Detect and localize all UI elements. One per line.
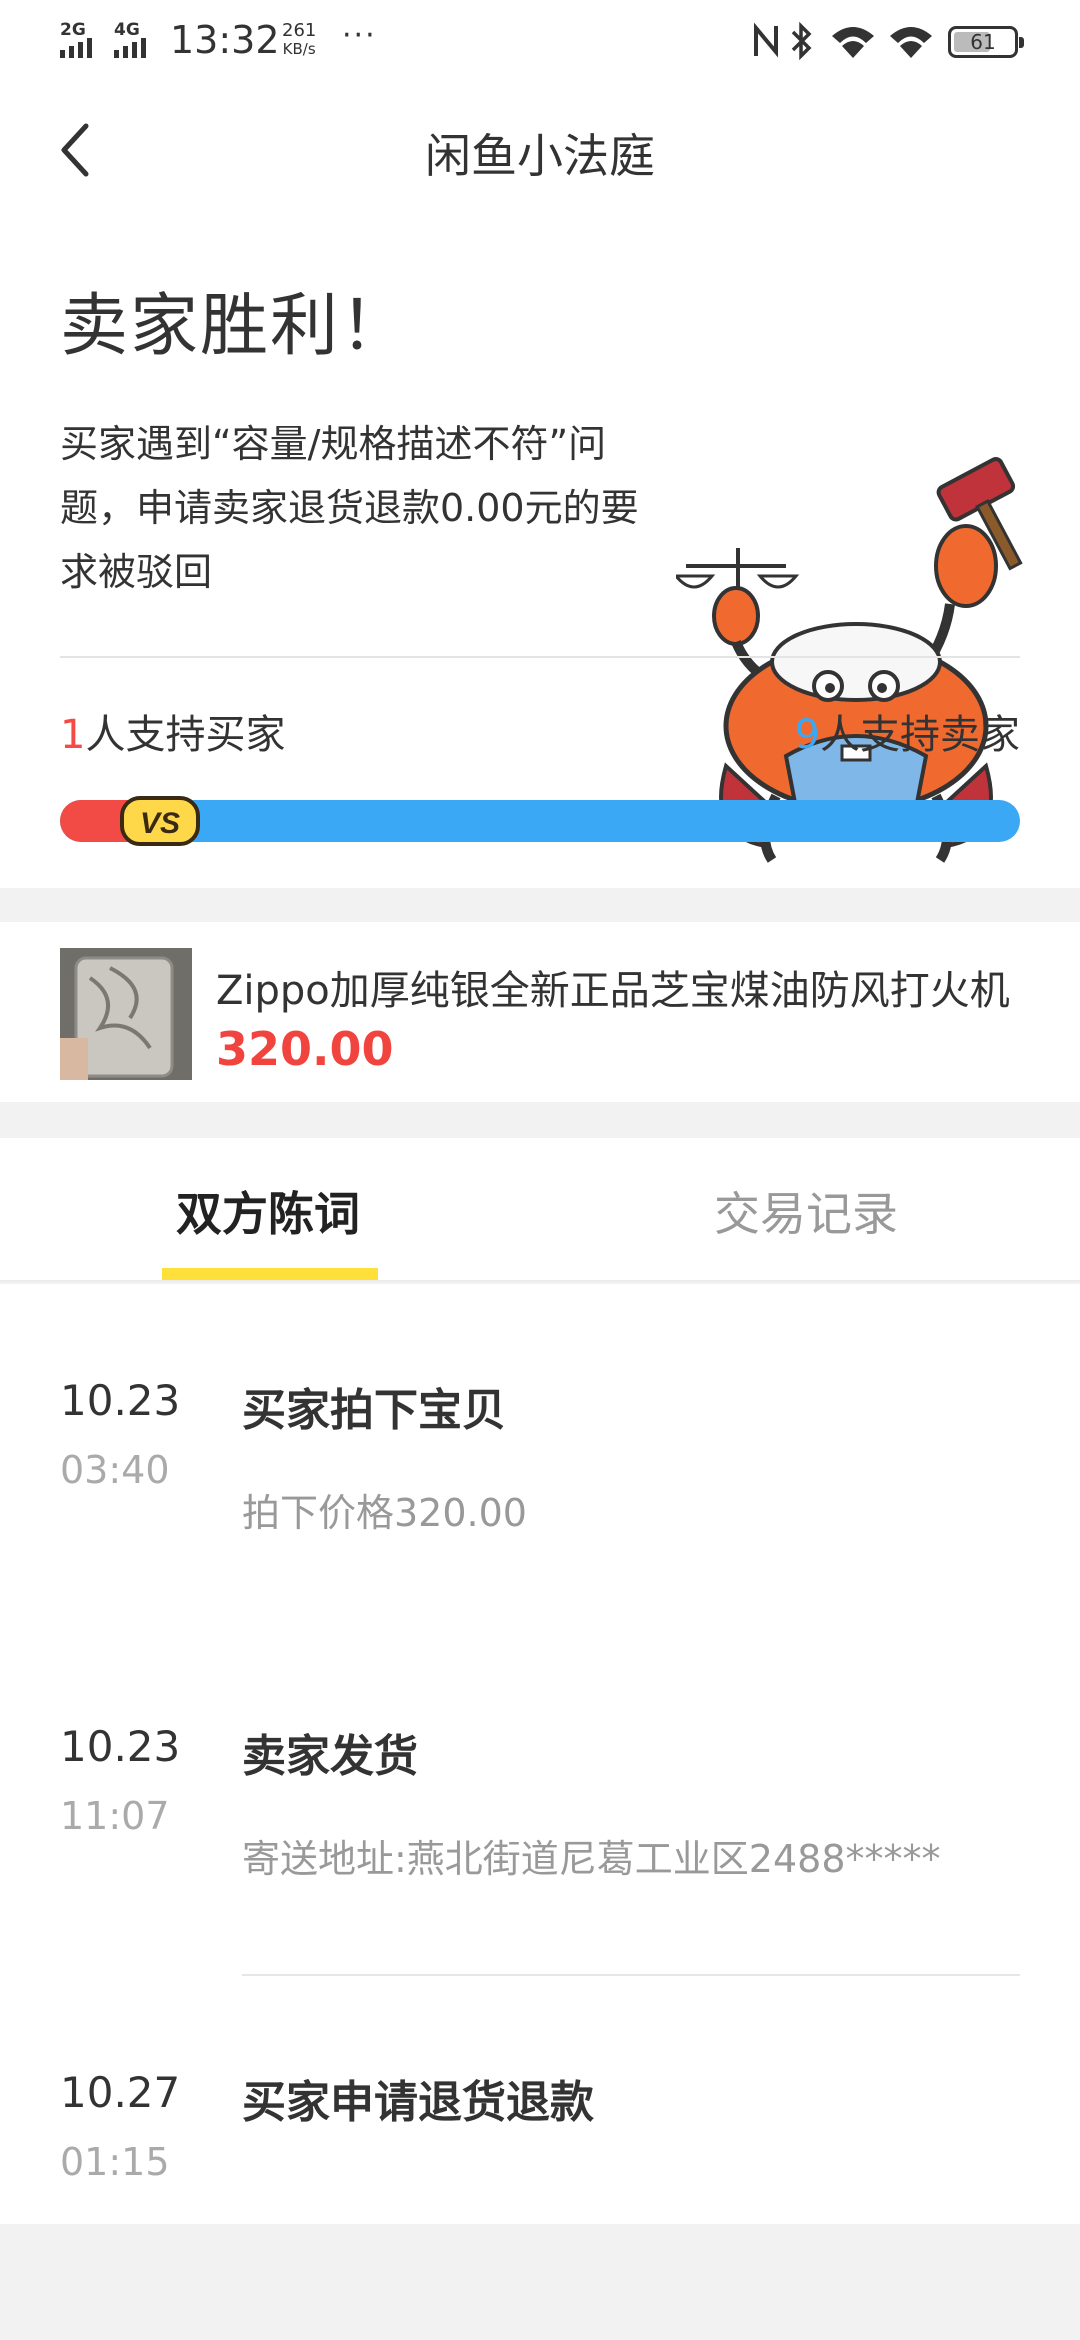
more-notifications-icon: ··· [342,18,377,53]
bluetooth-icon [791,22,812,60]
buyer-support-count: 1人支持买家 [60,702,285,760]
network-type-label: 2G [60,20,86,40]
page-title: 闲鱼小法庭 [425,129,655,183]
verdict-card: 卖家胜利！ 买家遇到“容量/规格描述不符”问题，申请卖家退货退款0.00元的要求… [0,216,1080,888]
timeline-time: 03:40 [60,1448,170,1492]
timeline-date: 10.23 [60,1376,181,1425]
product-card[interactable]: Zippo加厚纯银全新正品芝宝煤油防风打火机 320.00 [0,922,1080,1102]
clock: 13:32 [170,18,280,62]
active-tab-indicator [162,1268,378,1280]
wifi-icon [890,27,932,58]
vs-label: VS [140,807,180,840]
verdict-title: 卖家胜利！ [60,287,411,366]
seller-support-count: 9人支持卖家 [795,702,1020,760]
timeline-date: 10.27 [60,2068,181,2117]
timeline-event: 卖家发货 [242,1731,418,1782]
network-type-label: 4G [114,20,140,40]
speed-value: 261 [282,20,317,41]
wifi-icon [832,27,874,58]
vs-badge-icon: VS [120,796,200,846]
nfc-icon [754,22,778,58]
timeline-time: 11:07 [60,1794,170,1838]
timeline-date: 10.23 [60,1722,181,1771]
timeline-event: 买家拍下宝贝 [242,1385,506,1436]
buyer-label: 人支持买家 [85,712,286,758]
product-thumbnail [60,948,192,1080]
seller-label: 人支持卖家 [820,712,1020,758]
seller-count: 9 [794,712,820,758]
product-price: 320.00 [216,1022,394,1076]
timeline: 10.23 03:40 买家拍下宝贝 拍下价格320.00 10.23 11:0… [0,1284,1080,2224]
tab-statements[interactable]: 双方陈词 [176,1178,360,1244]
timeline-detail: 拍下价格320.00 [242,1491,527,1535]
timeline-time: 01:15 [60,2140,170,2184]
battery-level: 61 [970,30,996,54]
timeline-event: 买家申请退货退款 [242,2077,594,2128]
status-bar: 2G 4G 13:32 261 KB/s ··· 61 [0,0,1080,84]
nav-header: 闲鱼小法庭 [0,84,1080,216]
tab-bar: 双方陈词 交易记录 [0,1138,1080,1282]
tab-transaction-records[interactable]: 交易记录 [714,1178,898,1244]
buyer-count: 1 [60,712,86,758]
network-speed: 261 KB/s [282,20,317,59]
timeline-divider [242,1974,1020,1976]
vote-ratio-bar: VS [60,796,1020,846]
verdict-description: 买家遇到“容量/规格描述不符”问题，申请卖家退货退款0.00元的要求被驳回 [60,422,639,594]
speed-unit: KB/s [282,40,316,58]
divider [60,656,1020,658]
timeline-detail: 寄送地址:燕北街道尼葛工业区2488***** [242,1837,941,1881]
product-title: Zippo加厚纯银全新正品芝宝煤油防风打火机 [216,968,1010,1014]
battery-icon: 61 [948,26,1024,58]
